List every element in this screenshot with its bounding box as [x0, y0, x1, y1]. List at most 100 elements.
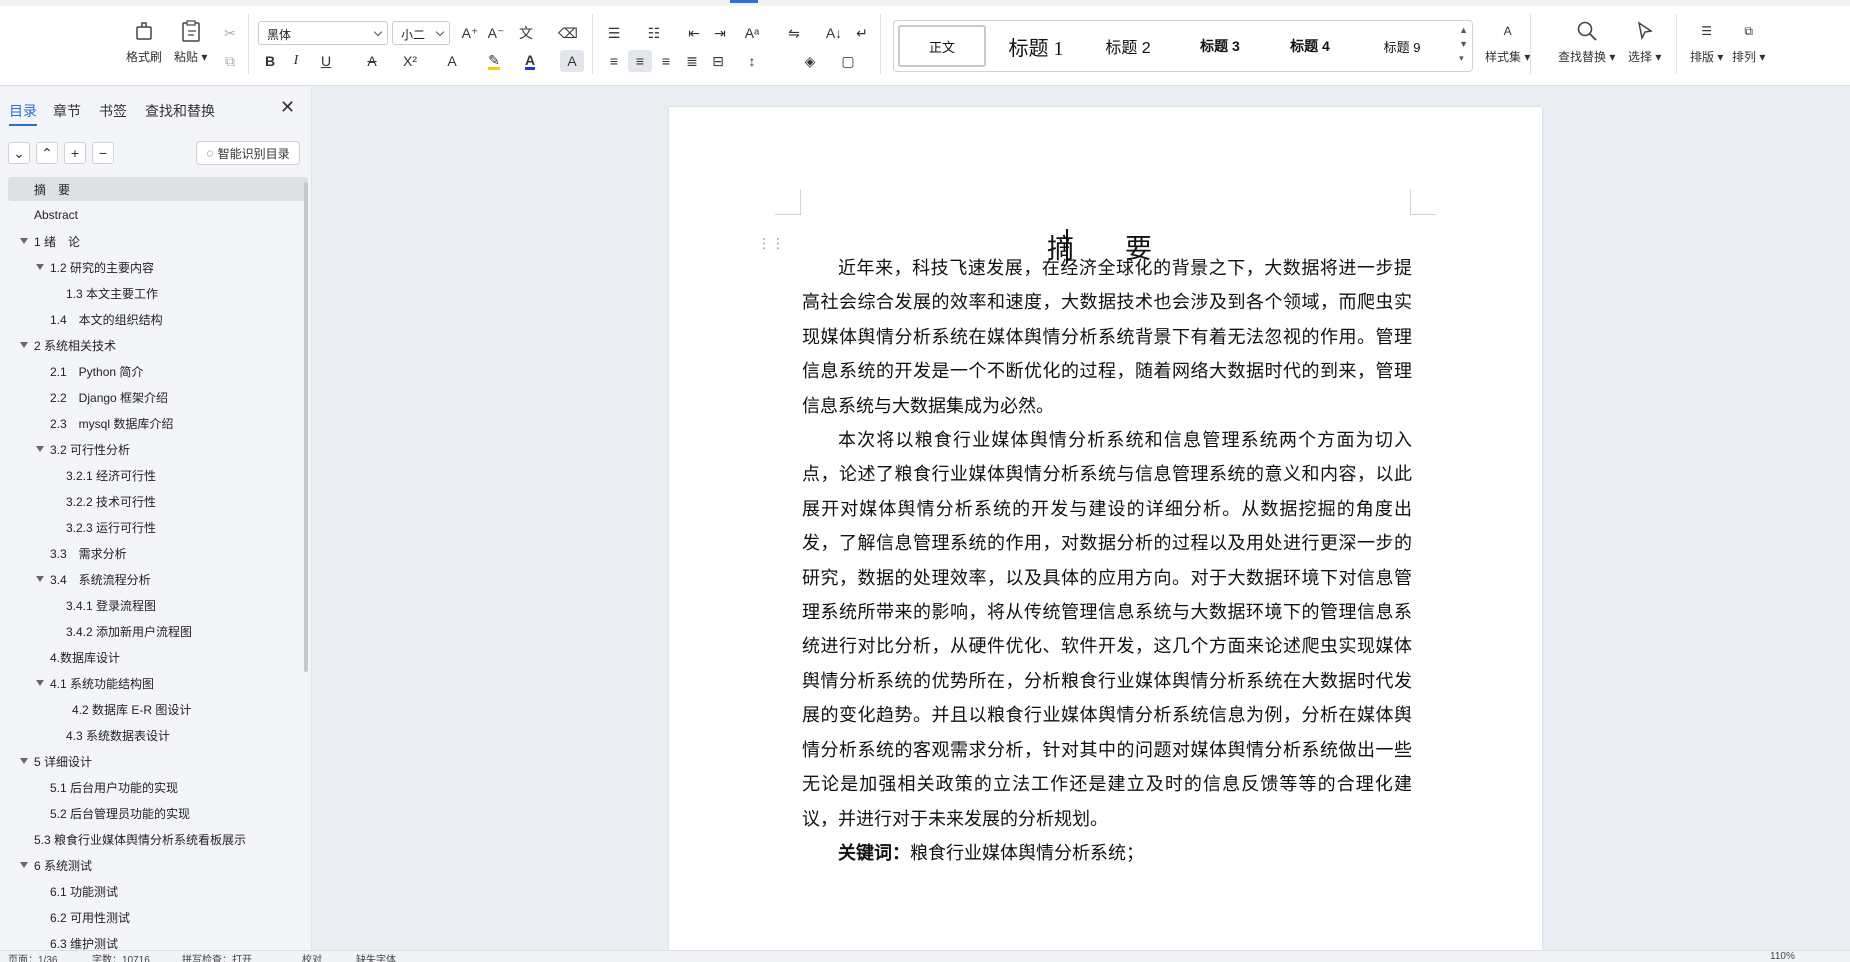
font-name-select[interactable]: 黑体	[258, 21, 388, 45]
smart-toc-button[interactable]: ◌ 智能识别目录	[196, 141, 300, 165]
page-count[interactable]: 页面：1/36	[8, 951, 57, 962]
sort-icon[interactable]: A↓	[822, 22, 846, 44]
font-size-select[interactable]: 小二	[392, 21, 450, 45]
expand-triangle-icon[interactable]	[20, 238, 28, 244]
toc-item[interactable]: 5.2 后台管理员功能的实现	[0, 801, 300, 825]
line-sort-icon[interactable]: ⇋	[782, 22, 806, 44]
italic-button[interactable]: I	[284, 50, 308, 72]
copy-icon[interactable]: ⧉	[218, 50, 242, 72]
increase-indent-icon[interactable]: ⇥	[708, 22, 732, 44]
select-button[interactable]: 选择 ▾	[1628, 18, 1661, 65]
style-heading-4[interactable]: 标题 4	[1266, 25, 1354, 67]
toc-item[interactable]: 2.3 mysql 数据库介绍	[0, 411, 300, 435]
document-body[interactable]: 近年来，科技飞速发展，在经济全球化的背景之下，大数据将进一步提高社会综合发展的效…	[802, 251, 1412, 870]
toc-item[interactable]: 5.1 后台用户功能的实现	[0, 775, 300, 799]
superscript-button[interactable]: X²	[398, 50, 422, 72]
spell-check[interactable]: 拼写检查：打开	[182, 951, 252, 962]
toc-item[interactable]: 2.2 Django 框架介绍	[0, 385, 300, 409]
text-effect-button[interactable]: A	[440, 50, 464, 72]
toc-item[interactable]: 2.1 Python 简介	[0, 359, 300, 383]
toc-item[interactable]: 3.4 系统流程分析	[0, 567, 300, 591]
toc-item[interactable]: 2 系统相关技术	[0, 333, 300, 357]
toc-item[interactable]: 3.2.2 技术可行性	[0, 489, 300, 513]
phonetic-guide-icon[interactable]: 文	[514, 22, 538, 44]
tab-sections[interactable]: 章节	[53, 101, 81, 121]
toc-item[interactable]: 4.1 系统功能结构图	[0, 671, 300, 695]
toc-item[interactable]: Abstract	[0, 203, 300, 227]
expand-triangle-icon[interactable]	[20, 758, 28, 764]
style-set-button[interactable]: A 样式集 ▾	[1485, 18, 1530, 65]
decrease-indent-icon[interactable]: ⇤	[682, 22, 706, 44]
toc-item[interactable]: 摘 要	[8, 177, 308, 201]
underline-button[interactable]: U	[314, 50, 338, 72]
expand-triangle-icon[interactable]	[20, 862, 28, 868]
tab-find-replace[interactable]: 查找和替换	[145, 101, 215, 121]
toc-item[interactable]: 3.2.1 经济可行性	[0, 463, 300, 487]
nav-scrollbar[interactable]	[304, 182, 308, 672]
strikethrough-button[interactable]: A	[360, 50, 384, 72]
tab-toc[interactable]: 目录	[9, 101, 37, 126]
toc-item[interactable]: 6.2 可用性测试	[0, 905, 300, 929]
gallery-scroll-icon[interactable]: ▲ ▼ ▾	[1459, 23, 1468, 65]
shading-icon[interactable]: ◈	[798, 50, 822, 72]
expand-triangle-icon[interactable]	[36, 576, 44, 582]
add-item-button[interactable]: +	[64, 142, 86, 164]
toc-item[interactable]: 3.2.3 运行可行性	[0, 515, 300, 539]
paragraph[interactable]: 本次将以粮食行业媒体舆情分析系统和信息管理系统两个方面为切入点，论述了粮食行业媒…	[802, 423, 1412, 836]
font-color-button[interactable]: A	[518, 50, 542, 72]
toc-item[interactable]: 3.2 可行性分析	[0, 437, 300, 461]
collapse-up-button[interactable]: ⌃	[36, 142, 58, 164]
format-painter-button[interactable]: 格式刷	[126, 18, 162, 65]
missing-font[interactable]: 缺失字体	[356, 951, 396, 962]
distributed-icon[interactable]: ⊟	[706, 50, 730, 72]
line-spacing-icon[interactable]: ↕	[740, 50, 764, 72]
style-heading-3[interactable]: 标题 3	[1176, 25, 1264, 67]
paragraph[interactable]: 近年来，科技飞速发展，在经济全球化的背景之下，大数据将进一步提高社会综合发展的效…	[802, 251, 1412, 423]
find-replace-button[interactable]: 查找替换 ▾	[1558, 18, 1615, 65]
arrange-button[interactable]: ⧉ 排列 ▾	[1732, 18, 1765, 65]
paste-button[interactable]: 粘贴 ▾	[174, 18, 207, 65]
expand-triangle-icon[interactable]	[20, 342, 28, 348]
toc-item[interactable]: 6 系统测试	[0, 853, 300, 877]
toc-item[interactable]: 3.4.1 登录流程图	[0, 593, 300, 617]
toc-item[interactable]: 1.3 本文主要工作	[0, 281, 300, 305]
justify-icon[interactable]: ≣	[680, 50, 704, 72]
expand-triangle-icon[interactable]	[36, 264, 44, 270]
toc-item[interactable]: 4.2 数据库 E-R 图设计	[0, 697, 300, 721]
expand-down-button[interactable]: ⌄	[8, 142, 30, 164]
layout-button[interactable]: ☰ 排版 ▾	[1690, 18, 1723, 65]
grow-font-icon[interactable]: A⁺	[458, 22, 482, 44]
expand-triangle-icon[interactable]	[36, 446, 44, 452]
toc-item[interactable]: 4.数据库设计	[0, 645, 300, 669]
clear-format-icon[interactable]: ⌫	[556, 22, 580, 44]
toc-item[interactable]: 6.1 功能测试	[0, 879, 300, 903]
toc-item[interactable]: 5.3 粮食行业媒体舆情分析系统看板展示	[0, 827, 300, 851]
toc-item[interactable]: 5 详细设计	[0, 749, 300, 773]
bold-button[interactable]: B	[258, 50, 282, 72]
remove-item-button[interactable]: −	[92, 142, 114, 164]
bullet-list-icon[interactable]: ☰	[602, 22, 626, 44]
align-right-icon[interactable]: ≡	[654, 50, 678, 72]
numbered-list-icon[interactable]: ☷	[642, 22, 666, 44]
show-marks-icon[interactable]: ↵	[850, 22, 874, 44]
align-center-icon[interactable]: ≡	[628, 50, 652, 72]
keywords-paragraph[interactable]: 关键词：粮食行业媒体舆情分析系统；	[802, 836, 1412, 870]
expand-triangle-icon[interactable]	[36, 680, 44, 686]
toc-item[interactable]: 1 绪 论	[0, 229, 300, 253]
toc-item[interactable]: 4.3 系统数据表设计	[0, 723, 300, 747]
word-count[interactable]: 字数：10716	[92, 951, 150, 962]
toc-item[interactable]: 1.2 研究的主要内容	[0, 255, 300, 279]
zoom-level[interactable]: 110%	[1770, 951, 1795, 962]
border-icon[interactable]: ▢	[836, 50, 860, 72]
highlight-button[interactable]: ✎	[482, 50, 506, 72]
toc-item[interactable]: 3.3 需求分析	[0, 541, 300, 565]
document-page[interactable]: ⋮⋮ 摘 要 近年来，科技飞速发展，在经济全球化的背景之下，大数据将进一步提高社…	[669, 107, 1542, 952]
char-shading-button[interactable]: A	[560, 50, 584, 72]
close-icon[interactable]: ✕	[280, 97, 295, 118]
toc-item[interactable]: 1.4 本文的组织结构	[0, 307, 300, 331]
align-left-icon[interactable]: ≡	[602, 50, 626, 72]
style-heading-2[interactable]: 标题 2	[1084, 25, 1172, 67]
style-heading-1[interactable]: 标题 1	[992, 25, 1080, 67]
toc-item[interactable]: 3.4.2 添加新用户流程图	[0, 619, 300, 643]
proofread[interactable]: 校对	[302, 951, 322, 962]
